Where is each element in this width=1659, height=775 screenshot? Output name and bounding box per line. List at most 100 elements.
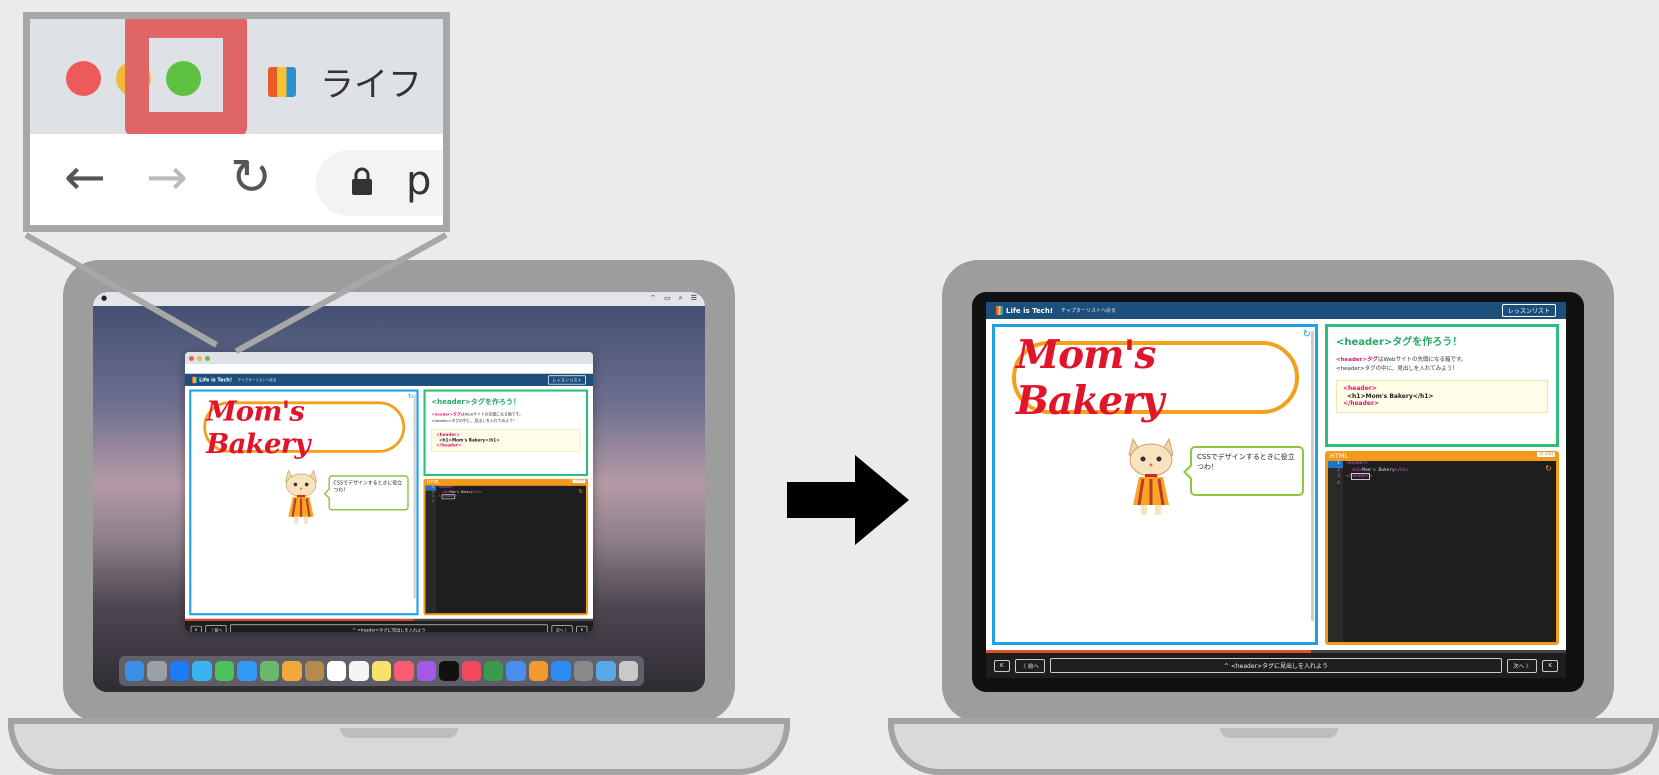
browser-window[interactable]: Life is Tech! チャプターリストへ戻る レッスンリスト ↻ Mom'… xyxy=(185,352,593,632)
code-token: > xyxy=(1369,474,1373,479)
first-step-button[interactable]: K xyxy=(994,659,1010,672)
calendar-icon[interactable] xyxy=(326,661,347,681)
editor-zoom-button[interactable]: Q 100 xyxy=(572,479,586,484)
battery-icon[interactable]: ▭ xyxy=(664,294,671,304)
editor-code[interactable]: <header> <h1>Mom's Bakery</h1> </header> xyxy=(438,486,482,504)
instruction-line-1: <header>タグはWebサイトの先頭になる箱です。 xyxy=(1336,356,1548,365)
instruction-pane: <header>タグを作ろう！ <header>タグはWebサイトの先頭になる箱… xyxy=(1325,324,1559,447)
code-editor[interactable]: 1 2 3 4 <header> <h1>Mom's Bakery</h1> <… xyxy=(1328,461,1556,642)
instruction-diagram: ● ⌔ ▭ ⌕ ☰ Life is Tech! チャプターリストへ戻る レッスン… xyxy=(0,0,1659,775)
podcasts-icon[interactable] xyxy=(416,661,437,681)
reminders-icon[interactable] xyxy=(349,661,369,681)
editor-gutter: 1 2 3 4 xyxy=(425,485,437,614)
messages-icon[interactable] xyxy=(237,661,257,681)
zoomed-address-bar[interactable]: p xyxy=(316,150,443,216)
control-center-icon[interactable]: ☰ xyxy=(691,294,697,304)
back-to-chapters-link[interactable]: チャプターリストへ戻る xyxy=(1061,307,1116,314)
launchpad-icon[interactable] xyxy=(147,661,167,681)
app-store-icon[interactable] xyxy=(551,661,571,681)
facetime-icon[interactable] xyxy=(214,661,235,681)
step-selector[interactable]: ^ <header>タグに見出しを入れよう xyxy=(229,624,549,632)
first-step-button[interactable]: K xyxy=(190,625,202,632)
pages-icon[interactable] xyxy=(528,661,549,681)
last-step-button[interactable]: K xyxy=(576,625,588,632)
example-code-inner: <h1>Mom's Bakery</h1> xyxy=(1347,392,1434,400)
close-dot-icon[interactable] xyxy=(189,355,194,361)
mac-dock xyxy=(119,656,644,686)
trash-icon[interactable] xyxy=(618,661,639,681)
prev-button[interactable]: 〈 前へ xyxy=(1014,658,1045,673)
example-code-open: <header> xyxy=(1343,385,1377,392)
preview-scrollbar[interactable] xyxy=(1311,331,1314,621)
example-code-box: <header> <h1>Mom's Bakery</h1> </header> xyxy=(431,428,581,452)
editor-pane: HTML Q 100 1 2 3 4 <header> <h1>Mom's Ba… xyxy=(423,478,589,616)
back-arrow-icon[interactable]: ← xyxy=(64,152,106,202)
forward-arrow-icon[interactable]: → xyxy=(146,152,188,202)
zoomed-tabbar: ライフ xyxy=(30,19,443,136)
finder-icon[interactable] xyxy=(125,661,145,681)
editor-label: HTML xyxy=(426,479,440,486)
instruction-text: はWebサイトの先頭になる箱です。 xyxy=(460,412,523,417)
lesson-app: Life is Tech! チャプターリストへ戻る レッスンリスト ↻ Mom'… xyxy=(185,374,593,632)
zoom-dot-icon[interactable] xyxy=(205,355,210,361)
app-viewport: Life is Tech! チャプターリストへ戻る レッスンリスト ↻ Mom'… xyxy=(986,302,1566,678)
lesson-list-button[interactable]: レッスンリスト xyxy=(1501,304,1556,317)
editor-label: HTML xyxy=(1330,452,1349,460)
photos-icon[interactable] xyxy=(282,661,302,681)
line-number: 4 xyxy=(1337,480,1340,486)
zoomed-browser-tab[interactable]: ライフ xyxy=(268,57,422,106)
lock-icon xyxy=(352,167,372,195)
next-button[interactable]: 次へ 〉 xyxy=(551,624,573,632)
downloads-folder-icon[interactable] xyxy=(596,661,616,681)
lesson-list-button[interactable]: レッスンリスト xyxy=(547,375,586,385)
tv-icon[interactable] xyxy=(439,661,459,681)
instruction-pane: <header>タグを作ろう！ <header>タグはWebサイトの先頭になる箱… xyxy=(423,389,589,476)
browser-address-bar[interactable] xyxy=(185,364,593,374)
prev-button[interactable]: 〈 前へ xyxy=(205,624,227,632)
code-token: header xyxy=(1351,473,1370,480)
app-footer: K 〈 前へ ^ <header>タグに見出しを入れよう 次へ 〉 K xyxy=(986,653,1566,678)
close-button[interactable] xyxy=(66,61,101,96)
preview-reload-icon[interactable]: ↻ xyxy=(1303,329,1311,340)
url-text: p xyxy=(406,158,432,204)
cat-mascot-icon xyxy=(285,469,318,524)
mac-menubar: ● ⌔ ▭ ⌕ ☰ xyxy=(93,292,705,306)
wifi-icon[interactable]: ⌔ xyxy=(650,294,657,304)
reload-icon[interactable]: ↻ xyxy=(230,152,272,202)
news-icon[interactable] xyxy=(461,661,481,681)
contacts-icon[interactable] xyxy=(304,661,324,681)
search-icon[interactable]: ⌕ xyxy=(679,294,683,304)
notes-icon[interactable] xyxy=(371,661,392,681)
browser-tabbar xyxy=(185,352,593,364)
example-code-box: <header> <h1>Mom's Bakery</h1> </header> xyxy=(1336,380,1548,413)
bakery-title: Mom's Bakery xyxy=(203,395,406,459)
desktop-wallpaper: ● ⌔ ▭ ⌕ ☰ Life is Tech! チャプターリストへ戻る レッスン… xyxy=(93,292,705,692)
left-laptop: ● ⌔ ▭ ⌕ ☰ Life is Tech! チャプターリストへ戻る レッスン… xyxy=(63,260,735,722)
preview-scrollbar[interactable] xyxy=(413,394,416,599)
system-preferences-icon[interactable] xyxy=(573,661,594,681)
logo-mark-icon xyxy=(192,376,197,384)
code-editor[interactable]: 1 2 3 4 <header> <h1>Mom's Bakery</h1> <… xyxy=(425,485,586,614)
mail-icon[interactable] xyxy=(192,661,212,681)
editor-reset-icon[interactable]: ↻ xyxy=(1545,464,1552,473)
step-selector[interactable]: ^ <header>タグに見出しを入れよう xyxy=(1049,658,1503,673)
maps-icon[interactable] xyxy=(259,661,280,681)
keynote-icon[interactable] xyxy=(506,661,526,681)
editor-zoom-button[interactable]: Q 100 xyxy=(1537,452,1555,457)
app-viewport: Life is Tech! チャプターリストへ戻る レッスンリスト ↻ Mom'… xyxy=(185,374,593,632)
apple-icon[interactable]: ● xyxy=(101,294,107,304)
music-icon[interactable] xyxy=(394,661,414,681)
editor-gutter: 1 2 3 4 xyxy=(1328,461,1343,642)
app-logo[interactable]: Life is Tech! xyxy=(996,306,1053,315)
app-logo[interactable]: Life is Tech! xyxy=(192,376,232,384)
safari-icon[interactable] xyxy=(169,661,190,681)
instruction-title: <header>タグを作ろう！ xyxy=(1336,337,1463,348)
editor-code[interactable]: <header> <h1>Mom's Bakery</h1> </header> xyxy=(1346,461,1408,487)
back-to-chapters-link[interactable]: チャプターリストへ戻る xyxy=(238,378,277,382)
last-step-button[interactable]: K xyxy=(1542,659,1558,672)
next-button[interactable]: 次へ 〉 xyxy=(1507,658,1538,673)
code-token: </h1> xyxy=(1394,467,1409,473)
minimize-dot-icon[interactable] xyxy=(197,355,202,361)
editor-reset-icon[interactable]: ↻ xyxy=(578,488,583,494)
numbers-icon[interactable] xyxy=(484,661,504,681)
